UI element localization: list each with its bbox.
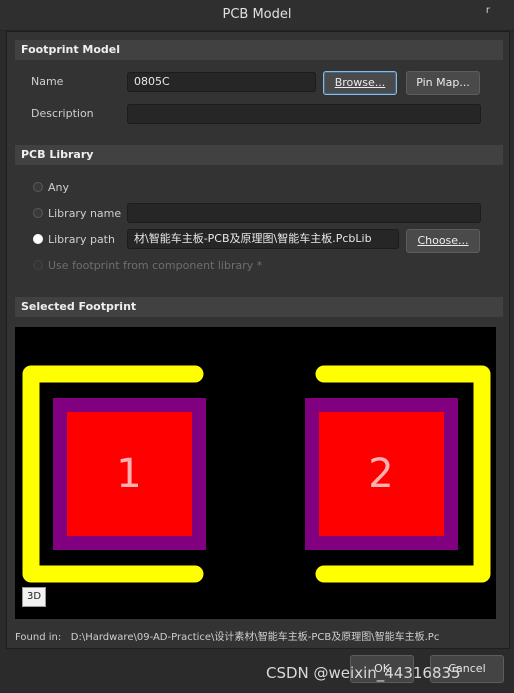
watermark: CSDN @weixin_44316835 — [266, 664, 461, 682]
found-in-row: Found in: D:\Hardware\09-AD-Practice\设计素… — [15, 628, 503, 643]
choose-button-label: Choose... — [417, 234, 469, 247]
window-title: PCB Model — [222, 7, 292, 22]
use-footprint-radio[interactable] — [33, 260, 43, 270]
pad-1-label: 1 — [116, 451, 141, 497]
selected-footprint-header: Selected Footprint — [15, 297, 503, 317]
browse-button[interactable]: Browse... — [323, 71, 397, 95]
found-in-label: Found in: — [15, 632, 62, 643]
description-field[interactable] — [127, 104, 481, 124]
footprint-drawing: 1 2 — [15, 327, 496, 619]
pin-map-button[interactable]: Pin Map... — [406, 71, 480, 95]
library-path-field[interactable]: 材\智能车主板-PCB及原理图\智能车主板.PcbLib — [127, 229, 399, 249]
choose-button[interactable]: Choose... — [406, 229, 480, 253]
library-name-field[interactable] — [127, 203, 481, 223]
library-path-radio[interactable] — [33, 234, 43, 244]
title-bar: PCB Model r — [0, 0, 514, 31]
description-label: Description — [31, 107, 94, 120]
found-in-path: D:\Hardware\09-AD-Practice\设计素材\智能车主板-PC… — [70, 632, 440, 643]
pad-2-label: 2 — [368, 451, 393, 497]
name-label: Name — [31, 75, 64, 88]
pcb-library-header: PCB Library — [15, 145, 503, 165]
any-radio[interactable] — [33, 182, 43, 192]
pcb-model-dialog: Footprint Model Name 0805C Browse... Pin… — [6, 31, 510, 649]
any-label: Any — [48, 181, 70, 194]
footprint-model-header: Footprint Model — [15, 40, 503, 60]
library-name-label: Library name — [48, 207, 122, 220]
name-field[interactable]: 0805C — [127, 72, 316, 92]
pin-map-button-label: Pin Map... — [416, 76, 470, 89]
footprint-preview[interactable]: 1 2 — [15, 327, 496, 619]
browse-button-label: Browse... — [334, 76, 386, 89]
3d-view-button[interactable]: 3D — [22, 587, 46, 607]
close-icon[interactable]: r — [486, 5, 490, 16]
use-footprint-label: Use footprint from component library * — [48, 259, 263, 272]
library-name-radio[interactable] — [33, 208, 43, 218]
library-path-label: Library path — [48, 233, 115, 246]
